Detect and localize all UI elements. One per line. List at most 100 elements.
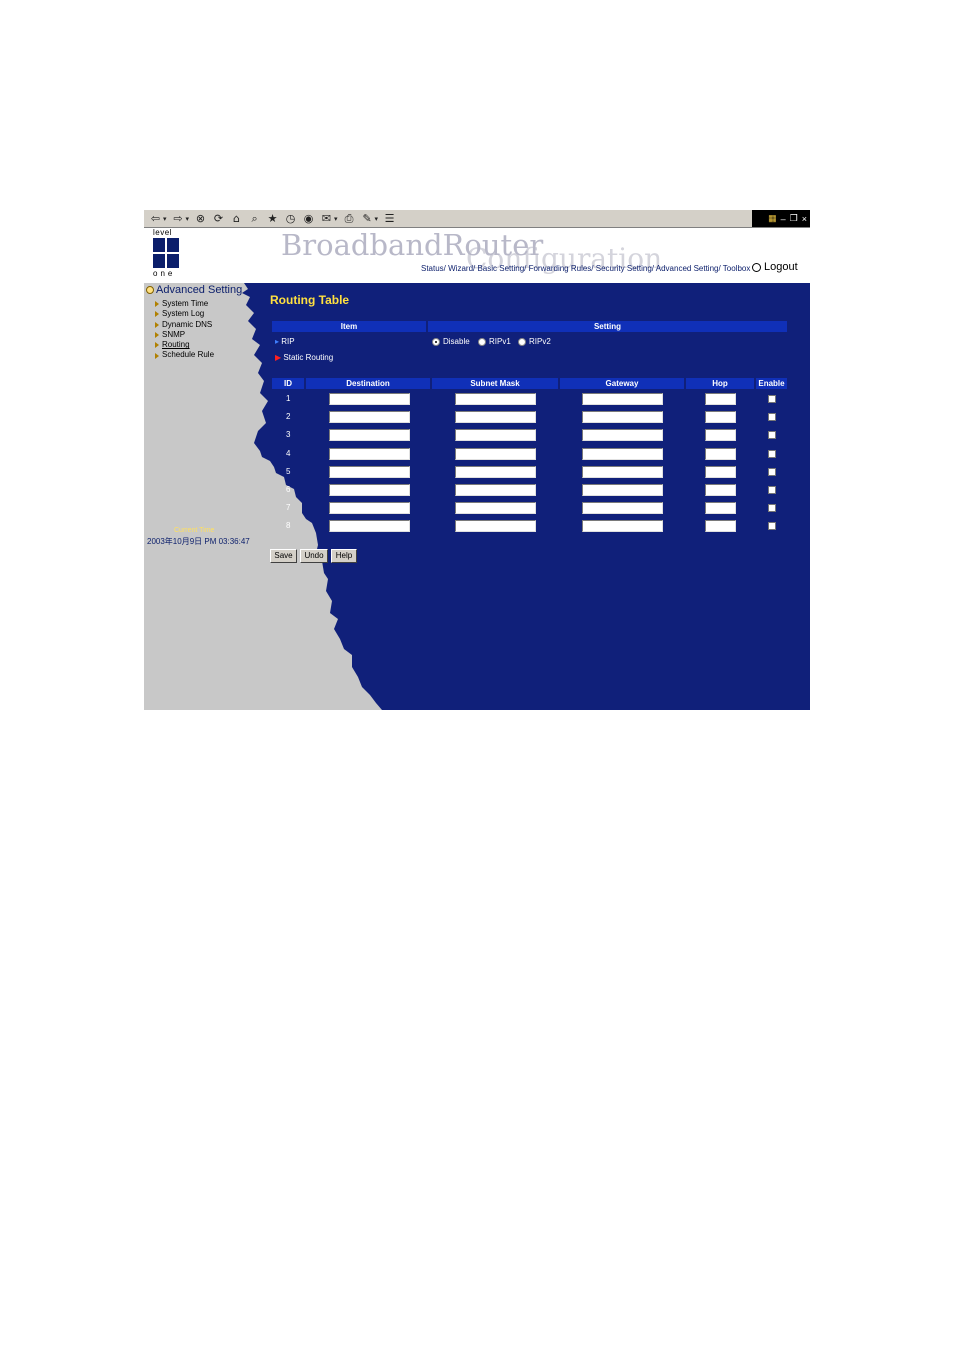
print-icon[interactable]: ⎙ (343, 212, 356, 225)
back-icon[interactable]: ⇦ (149, 212, 162, 225)
row-id: 6 (286, 485, 291, 494)
browser-screenshot: ⇦ ▾ ⇨ ▾ ⊗ ⟳ ⌂ ⌕ ★ ◷ ◉ ✉ ▾ ⎙ ✎ ▾ ☰ ▦ – ❐ × le… (144, 210, 810, 710)
sidebar-item-label: Routing (162, 340, 190, 350)
gateway-input[interactable] (582, 411, 663, 424)
channels-icon[interactable]: ◉ (302, 212, 315, 225)
bullet-icon: ▸ (275, 337, 280, 346)
edit-icon[interactable]: ✎ (361, 212, 374, 225)
rip-v2-option[interactable]: RIPv2 (518, 337, 551, 346)
hop-input[interactable] (705, 447, 736, 460)
rip-label: RIP (281, 337, 295, 346)
destination-input[interactable] (329, 393, 410, 405)
save-button[interactable]: Save (270, 549, 297, 563)
sidebar-section-header[interactable]: Advanced Setting (146, 284, 242, 296)
refresh-icon[interactable]: ⟳ (212, 212, 225, 225)
row-id: 4 (286, 448, 291, 458)
destination-input[interactable] (329, 447, 410, 460)
gateway-input[interactable] (582, 484, 663, 496)
destination-input[interactable] (329, 520, 410, 533)
col-destination: Destination (306, 378, 430, 389)
brand-title: BroadbandRouter (281, 228, 544, 262)
row-id: 1 (286, 394, 291, 403)
home-icon[interactable]: ⌂ (230, 212, 243, 225)
gateway-input[interactable] (582, 393, 663, 405)
destination-input[interactable] (329, 429, 410, 442)
enable-checkbox[interactable] (768, 504, 776, 513)
subnet-mask-input[interactable] (455, 465, 536, 478)
enable-checkbox[interactable] (768, 522, 776, 531)
row-id: 3 (286, 430, 291, 440)
close-icon[interactable]: × (802, 214, 807, 224)
sidebar-item-routing[interactable]: Routing (155, 340, 214, 350)
enable-checkbox[interactable] (768, 395, 776, 403)
destination-input[interactable] (329, 502, 410, 515)
sidebar-item-schedule-rule[interactable]: Schedule Rule (155, 350, 214, 360)
hop-input[interactable] (705, 520, 736, 533)
destination-input[interactable] (329, 411, 410, 424)
subnet-mask-input[interactable] (455, 484, 536, 496)
subnet-mask-input[interactable] (455, 429, 536, 442)
destination-input[interactable] (329, 484, 410, 496)
gateway-input[interactable] (582, 429, 663, 442)
gateway-input[interactable] (582, 465, 663, 478)
subnet-mask-input[interactable] (455, 411, 536, 424)
help-button[interactable]: Help (331, 549, 357, 563)
hop-input[interactable] (705, 429, 736, 442)
gateway-input[interactable] (582, 447, 663, 460)
mail-icon[interactable]: ✉ (320, 212, 333, 225)
sidebar-item-snmp[interactable]: SNMP (155, 330, 214, 340)
forward-icon[interactable]: ⇨ (172, 212, 185, 225)
col-gateway: Gateway (560, 378, 684, 389)
discuss-icon[interactable]: ☰ (383, 212, 396, 225)
arrow-icon (155, 352, 159, 359)
sidebar-item-system-time[interactable]: System Time (155, 299, 214, 309)
enable-checkbox[interactable] (768, 467, 776, 476)
rip-disable-option[interactable]: Disable (432, 337, 470, 346)
sidebar-item-system-log[interactable]: System Log (155, 309, 214, 319)
hop-input[interactable] (705, 393, 736, 405)
stop-icon[interactable]: ⊗ (194, 212, 207, 225)
hop-input[interactable] (705, 411, 736, 424)
history-icon[interactable]: ◷ (284, 212, 297, 225)
logout-ring-icon (752, 262, 761, 272)
col-hop: Hop (686, 378, 754, 389)
enable-checkbox[interactable] (768, 449, 776, 458)
hop-input[interactable] (705, 484, 736, 496)
col-subnet-mask: Subnet Mask (432, 378, 558, 389)
sidebar-section-label: Advanced Setting (156, 284, 243, 296)
enable-checkbox[interactable] (768, 431, 776, 440)
top-nav[interactable]: Status/ Wizard/ Basic Setting/ Forwardin… (421, 264, 750, 273)
destination-input[interactable] (329, 465, 410, 478)
sidebar-item-label: System Log (162, 309, 205, 319)
subnet-mask-input[interactable] (455, 447, 536, 460)
hop-input[interactable] (705, 502, 736, 515)
setting-header: Setting (428, 321, 787, 332)
minimize-icon[interactable]: – (781, 214, 786, 224)
sidebar-item-label: SNMP (162, 329, 186, 339)
undo-button[interactable]: Undo (300, 549, 328, 563)
enable-checkbox[interactable] (768, 413, 776, 422)
sidebar-item-dynamic-dns[interactable]: Dynamic DNS (155, 320, 214, 330)
sidebar-item-label: Schedule Rule (162, 350, 215, 360)
subnet-mask-input[interactable] (455, 393, 536, 405)
window-controls: ▦ – ❐ × (752, 210, 810, 227)
gateway-input[interactable] (582, 520, 663, 533)
favorites-icon[interactable]: ★ (266, 212, 279, 225)
subnet-mask-input[interactable] (455, 502, 536, 515)
rip-option-label: RIPv2 (529, 337, 551, 346)
radio-ripv2[interactable] (518, 337, 526, 346)
enable-checkbox[interactable] (768, 486, 776, 494)
restore-icon[interactable]: ❐ (790, 213, 798, 224)
page-title: Routing Table (270, 293, 350, 307)
hop-input[interactable] (705, 465, 736, 478)
content-background (242, 283, 810, 710)
arrow-icon (155, 321, 159, 328)
gateway-input[interactable] (582, 502, 663, 515)
subnet-mask-input[interactable] (455, 520, 536, 533)
radio-ripv1[interactable] (478, 337, 486, 346)
logout-link[interactable]: Logout (752, 261, 798, 273)
radio-disable[interactable] (432, 337, 440, 346)
search-icon[interactable]: ⌕ (248, 212, 261, 225)
arrow-icon (155, 311, 159, 318)
rip-v1-option[interactable]: RIPv1 (478, 337, 511, 346)
